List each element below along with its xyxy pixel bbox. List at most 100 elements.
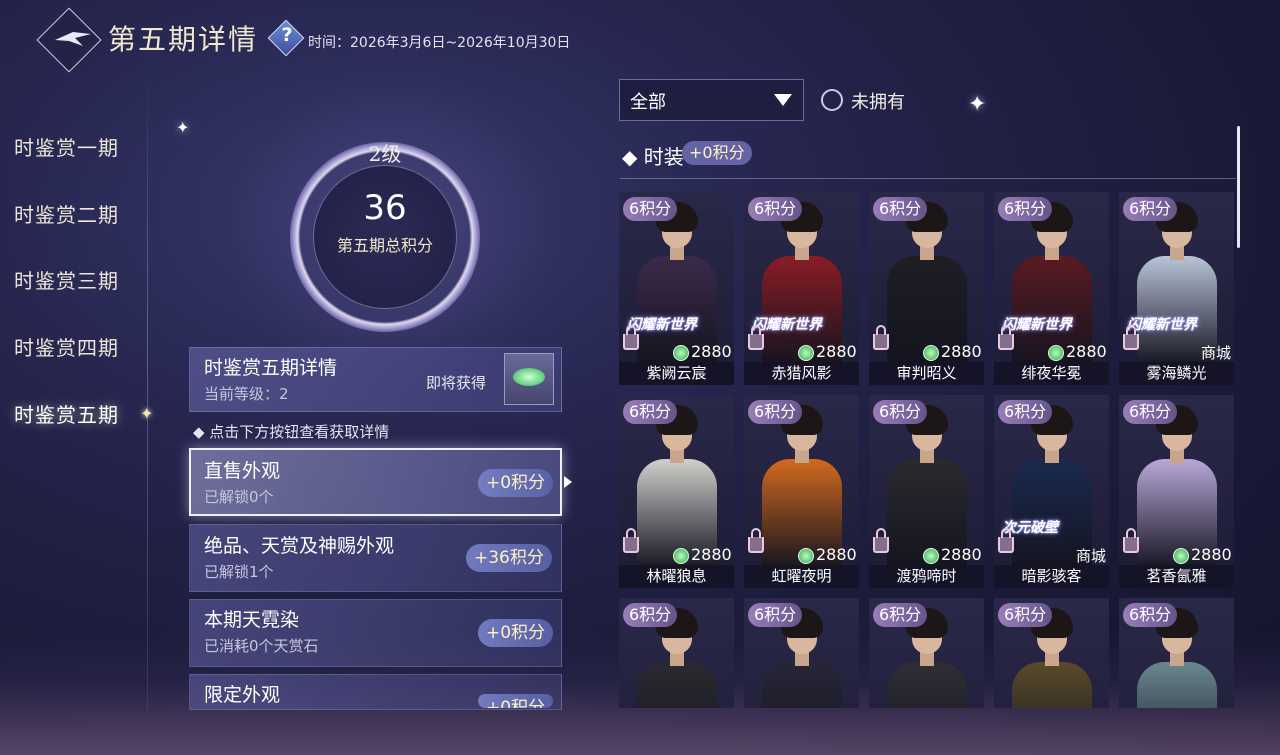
lock-icon (748, 334, 764, 350)
total-score-label: 第五期总积分 (336, 236, 433, 255)
lock-icon (998, 537, 1014, 553)
outfit-name: 审判昭义 (869, 362, 984, 385)
section-points-badge: +0积分 (682, 141, 752, 165)
outfit-points-badge: 6积分 (873, 400, 928, 424)
lock-icon (873, 334, 889, 350)
outfit-name: 虹曜夜明 (744, 565, 859, 588)
category-points-badge: +0积分 (478, 694, 554, 708)
outfit-points-badge: 6积分 (748, 603, 803, 627)
section-title: ◆ 时装 (622, 145, 684, 169)
level-text: 2级 (368, 142, 402, 166)
outfit-card[interactable]: 6积分 2880 虹曜夜明 (744, 395, 859, 588)
outfit-card[interactable]: 6积分 (1119, 598, 1234, 708)
outfit-grid: 6积分 闪耀新世界 2880 紫阙云宸 6积分 闪耀新世界 2880 赤猎风影 6积分 2880 审… (619, 192, 1235, 708)
outfit-points-badge: 6积分 (1123, 197, 1178, 221)
sparkle-icon: ✦ (968, 92, 987, 117)
outfit-points-badge: 6积分 (623, 603, 678, 627)
outfit-points-badge: 6积分 (1123, 400, 1178, 424)
outfit-points-badge: 6积分 (623, 197, 678, 221)
outfit-points-badge: 6积分 (998, 400, 1053, 424)
outfit-series-tag: 闪耀新世界 (752, 317, 822, 333)
unowned-radio[interactable] (821, 89, 843, 111)
outfit-card[interactable]: 6积分 (869, 598, 984, 708)
outfit-card[interactable]: 6积分 次元破壁 商城 暗影骇客 (994, 395, 1109, 588)
filter-selected: 全部 (630, 92, 666, 113)
unowned-label: 未拥有 (851, 92, 905, 113)
outfit-name: 渡鸦啼时 (869, 565, 984, 588)
outfit-name: 林曜狼息 (619, 565, 734, 588)
jade-coin-icon (798, 548, 814, 564)
reward-gem-icon (513, 368, 545, 386)
section-divider (620, 178, 1236, 179)
category-title: 绝品、天赏及神赐外观 (204, 535, 395, 557)
outfit-points-badge: 6积分 (623, 400, 678, 424)
jade-coin-icon (673, 548, 689, 564)
nav-item-period-2[interactable]: 时鉴赏二期 (14, 199, 119, 228)
jade-coin-icon (923, 548, 939, 564)
category-sub: 已解锁1个 (204, 563, 274, 581)
outfit-price: 2880 (816, 545, 857, 564)
outfit-series-tag: 闪耀新世界 (1127, 317, 1197, 333)
question-icon: ? (281, 24, 293, 46)
lock-icon (1123, 334, 1139, 350)
outfit-card[interactable]: 6积分 2880 林曜狼息 (619, 395, 734, 588)
category-sub: 已解锁0个 (204, 488, 274, 506)
period-detail-title: 时鉴赏五期详情 (204, 357, 338, 379)
jade-coin-icon (1048, 345, 1064, 361)
outfit-name: 雾海鳞光 (1119, 362, 1234, 385)
outfit-price: 2880 (691, 545, 732, 564)
jade-coin-icon (798, 345, 814, 361)
category-points-badge: +0积分 (478, 619, 554, 647)
outfit-card[interactable]: 6积分 闪耀新世界 2880 绯夜华冕 (994, 192, 1109, 385)
outfit-price: 2880 (941, 545, 982, 564)
scrollbar[interactable] (1237, 126, 1240, 248)
lock-icon (1123, 537, 1139, 553)
lock-icon (623, 537, 639, 553)
outfit-points-badge: 6积分 (873, 603, 928, 627)
outfit-card[interactable]: 6积分 闪耀新世界 2880 赤猎风影 (744, 192, 859, 385)
outfit-card[interactable]: 6积分 (744, 598, 859, 708)
lock-icon (998, 334, 1014, 350)
hint-text: ◆ 点击下方按钮查看获取详情 (193, 423, 390, 441)
outfit-card[interactable]: 6积分 闪耀新世界 商城 雾海鳞光 (1119, 192, 1234, 385)
nav-item-period-1[interactable]: 时鉴赏一期 (14, 132, 119, 161)
lock-icon (623, 334, 639, 350)
outfit-points-badge: 6积分 (748, 400, 803, 424)
active-marker-icon: ✦ (140, 404, 154, 423)
outfit-card[interactable]: 6积分 (994, 598, 1109, 708)
outfit-points-badge: 6积分 (1123, 603, 1178, 627)
jade-coin-icon (673, 345, 689, 361)
outfit-card[interactable]: 6积分 (619, 598, 734, 708)
page-title: 第五期详情 (108, 23, 259, 56)
outfit-price: 2880 (1191, 545, 1232, 564)
jade-coin-icon (1173, 548, 1189, 564)
outfit-name: 赤猎风影 (744, 362, 859, 385)
sparkle-icon: ✦ (176, 118, 190, 137)
category-pointer-icon (564, 476, 572, 488)
outfit-card[interactable]: 6积分 2880 茗香氤雅 (1119, 395, 1234, 588)
lock-icon (873, 537, 889, 553)
jade-coin-icon (923, 345, 939, 361)
outfit-card[interactable]: 6积分 闪耀新世界 2880 紫阙云宸 (619, 192, 734, 385)
outfit-price: 2880 (941, 342, 982, 361)
outfit-name: 绯夜华冕 (994, 362, 1109, 385)
outfit-price: 2880 (816, 342, 857, 361)
nav-item-period-3[interactable]: 时鉴赏三期 (14, 265, 119, 294)
outfit-shop-label: 商城 (1076, 547, 1107, 565)
outfit-points-badge: 6积分 (998, 197, 1053, 221)
back-arrow-icon (55, 32, 91, 46)
category-title: 限定外观 (204, 684, 281, 706)
outfit-card[interactable]: 6积分 2880 审判昭义 (869, 192, 984, 385)
category-points-badge: +36积分 (466, 544, 552, 572)
current-level: 当前等级：2 (204, 385, 289, 403)
lock-icon (748, 537, 764, 553)
nav-item-period-5[interactable]: 时鉴赏五期 (14, 399, 119, 428)
outfit-name: 暗影骇客 (994, 565, 1109, 588)
nav-divider (147, 70, 148, 710)
outfit-series-tag: 闪耀新世界 (1002, 317, 1072, 333)
outfit-card[interactable]: 6积分 2880 渡鸦啼时 (869, 395, 984, 588)
nav-item-period-4[interactable]: 时鉴赏四期 (14, 332, 119, 361)
total-score: 36 (363, 188, 407, 228)
category-title: 直售外观 (204, 460, 281, 482)
outfit-name: 紫阙云宸 (619, 362, 734, 385)
